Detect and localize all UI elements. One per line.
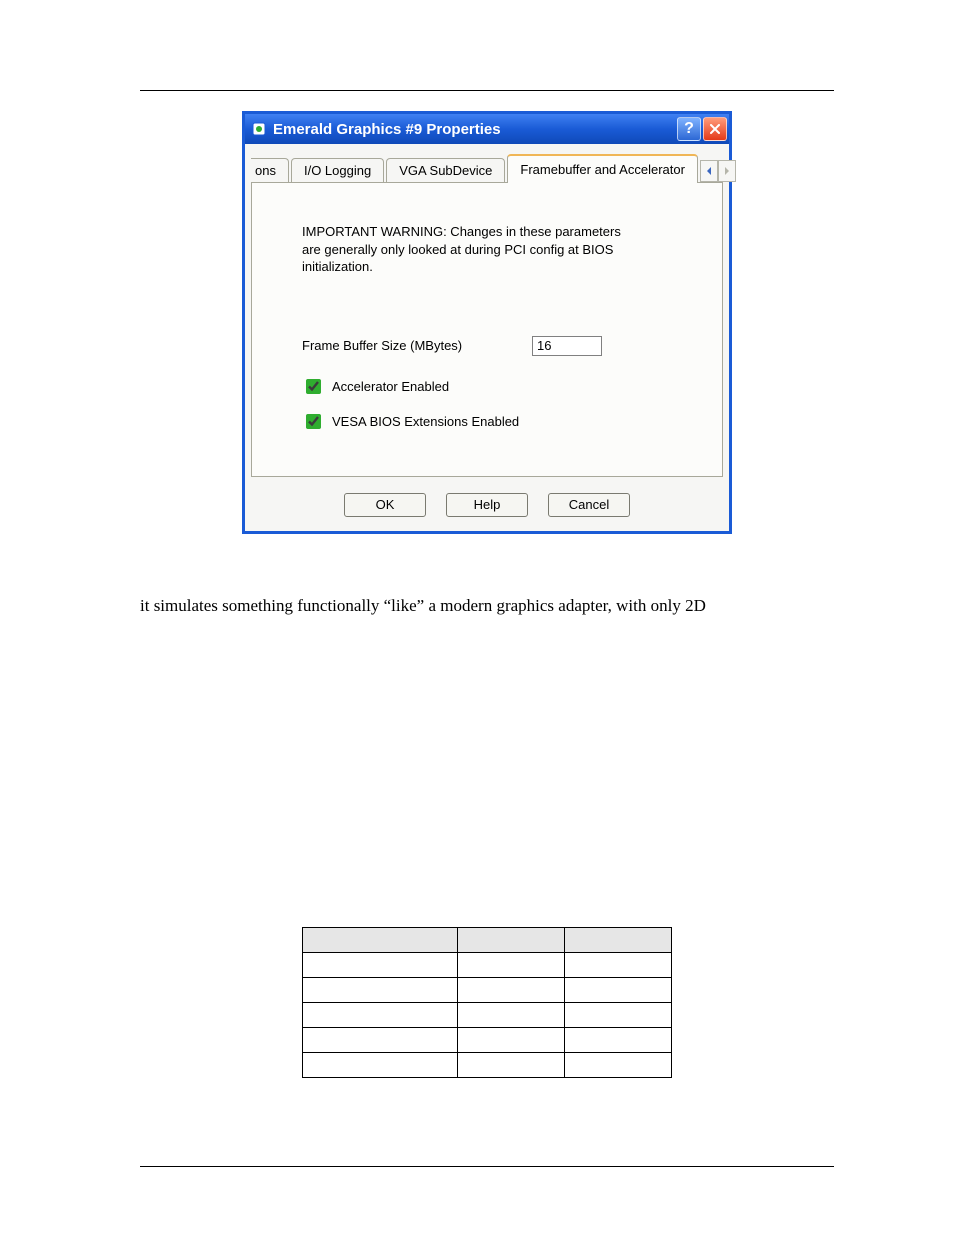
table-cell xyxy=(564,1028,671,1053)
tab-vga-subdevice[interactable]: VGA SubDevice xyxy=(386,158,505,182)
table-cell xyxy=(564,978,671,1003)
cancel-button[interactable]: Cancel xyxy=(548,493,630,517)
table-cell xyxy=(564,1003,671,1028)
chevron-left-icon xyxy=(706,167,712,175)
dialog-figure: Emerald Graphics #9 Properties ? ons I/O… xyxy=(242,111,732,534)
top-rule xyxy=(140,90,834,91)
table-cell xyxy=(457,1053,564,1078)
frame-buffer-input[interactable] xyxy=(532,336,602,356)
chevron-right-icon xyxy=(724,167,730,175)
table-cell xyxy=(457,978,564,1003)
vesa-enabled-label: VESA BIOS Extensions Enabled xyxy=(332,414,519,429)
table-header-cell xyxy=(564,928,671,953)
tab-scrollers xyxy=(700,160,736,182)
app-icon xyxy=(251,121,267,137)
tab-io-logging[interactable]: I/O Logging xyxy=(291,158,384,182)
table-cell xyxy=(303,1028,458,1053)
table-row xyxy=(303,953,672,978)
table-cell xyxy=(564,1053,671,1078)
titlebar-help-button[interactable]: ? xyxy=(677,117,701,141)
dialog-title: Emerald Graphics #9 Properties xyxy=(273,121,675,138)
table-header-cell xyxy=(303,928,458,953)
body-paragraph: it simulates something functionally “lik… xyxy=(140,594,834,618)
table-cell xyxy=(457,1028,564,1053)
document-page: Emerald Graphics #9 Properties ? ons I/O… xyxy=(0,0,954,1235)
tab-strip: ons I/O Logging VGA SubDevice Framebuffe… xyxy=(245,144,729,182)
data-table-wrap xyxy=(302,927,672,1078)
warning-text: IMPORTANT WARNING: Changes in these para… xyxy=(302,223,622,276)
table-cell xyxy=(303,953,458,978)
tab-label: ons xyxy=(255,163,276,178)
table-cell xyxy=(303,1053,458,1078)
tab-scroll-left-button[interactable] xyxy=(700,160,718,182)
tab-scroll-right-button[interactable] xyxy=(718,160,736,182)
tab-label: Framebuffer and Accelerator xyxy=(520,162,685,177)
table-cell xyxy=(457,953,564,978)
dialog-body: IMPORTANT WARNING: Changes in these para… xyxy=(251,182,723,477)
table-header-cell xyxy=(457,928,564,953)
accelerator-enabled-row: Accelerator Enabled xyxy=(302,376,692,397)
table-header-row xyxy=(303,928,672,953)
table-row xyxy=(303,978,672,1003)
properties-dialog: Emerald Graphics #9 Properties ? ons I/O… xyxy=(242,111,732,534)
frame-buffer-row: Frame Buffer Size (MBytes) xyxy=(302,336,692,356)
tab-label: VGA SubDevice xyxy=(399,163,492,178)
table-cell xyxy=(457,1003,564,1028)
accelerator-enabled-checkbox[interactable] xyxy=(306,379,321,394)
table-cell xyxy=(564,953,671,978)
vesa-enabled-row: VESA BIOS Extensions Enabled xyxy=(302,411,692,432)
frame-buffer-label: Frame Buffer Size (MBytes) xyxy=(302,338,532,353)
data-table xyxy=(302,927,672,1078)
vesa-enabled-checkbox[interactable] xyxy=(306,414,321,429)
table-row xyxy=(303,1003,672,1028)
ok-button[interactable]: OK xyxy=(344,493,426,517)
bottom-rule xyxy=(140,1166,834,1167)
tab-framebuffer-accelerator[interactable]: Framebuffer and Accelerator xyxy=(507,154,698,183)
help-button[interactable]: Help xyxy=(446,493,528,517)
table-row xyxy=(303,1028,672,1053)
dialog-footer: OK Help Cancel xyxy=(245,483,729,531)
titlebar-close-button[interactable] xyxy=(703,117,727,141)
accelerator-enabled-label: Accelerator Enabled xyxy=(332,379,449,394)
table-cell xyxy=(303,1003,458,1028)
tab-partial[interactable]: ons xyxy=(251,158,289,182)
table-cell xyxy=(303,978,458,1003)
table-row xyxy=(303,1053,672,1078)
dialog-titlebar[interactable]: Emerald Graphics #9 Properties ? xyxy=(245,114,729,144)
tab-label: I/O Logging xyxy=(304,163,371,178)
